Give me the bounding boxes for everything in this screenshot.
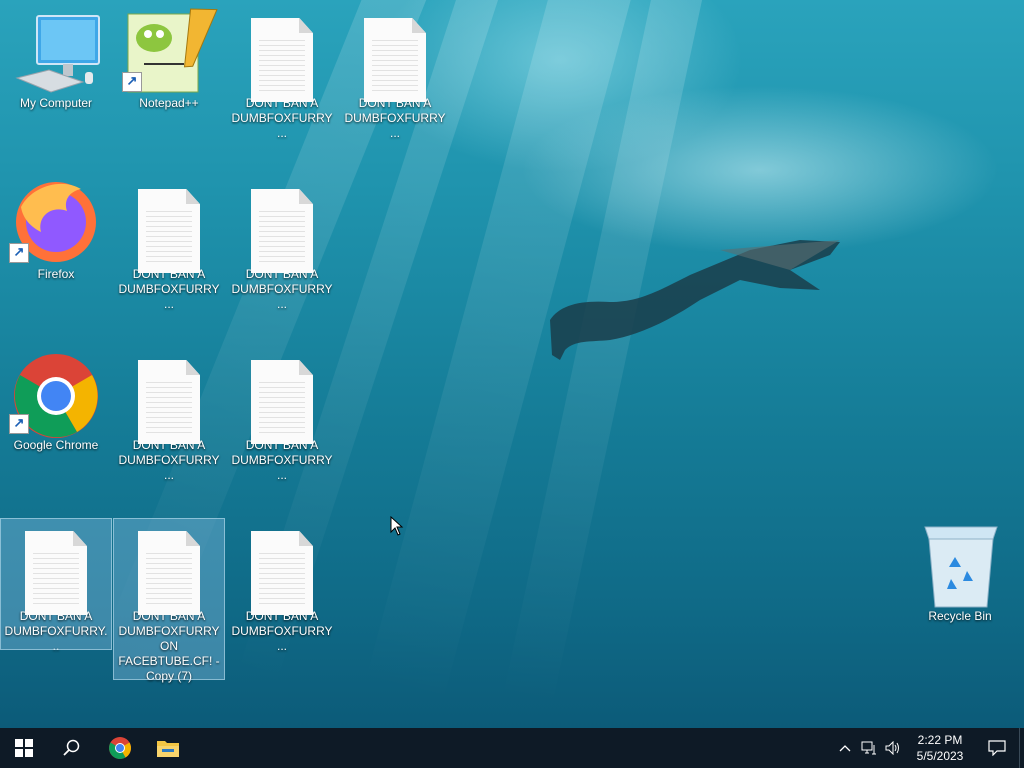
desktop-icon-text-file[interactable]: DONT BAN A DUMBFOXFURRY ... [227, 177, 337, 312]
recycle-bin-icon [924, 526, 998, 608]
desktop-icon-text-file-selected[interactable]: DONT BAN A DUMBFOXFURRY ON FACEBTUBE.CF!… [113, 518, 225, 683]
show-desktop-button[interactable] [1019, 728, 1024, 768]
text-document-icon [251, 531, 313, 615]
computer-icon [15, 15, 100, 93]
desktop-icon-text-file-selected[interactable]: DONT BAN A DUMBFOXFURRY... [0, 518, 112, 653]
taskbar-clock[interactable]: 2:22 PM 5/5/2023 [905, 732, 975, 764]
desktop-icon-label: DONT BAN A DUMBFOXFURRY ON FACEBTUBE.CF!… [118, 609, 220, 683]
volume-button[interactable] [881, 728, 905, 768]
search-icon [63, 739, 80, 756]
shortcut-arrow-icon: ↗ [9, 414, 29, 434]
text-document-icon [251, 189, 313, 273]
desktop-icon-label: Recycle Bin [928, 609, 992, 623]
search-button[interactable] [48, 728, 96, 768]
clock-date: 5/5/2023 [916, 749, 964, 763]
taskbar-file-explorer[interactable] [144, 728, 192, 768]
action-center-button[interactable] [975, 728, 1019, 768]
text-document-icon [251, 18, 313, 102]
text-document-icon [138, 360, 200, 444]
windows-start-icon [15, 739, 33, 757]
desktop-icon-google-chrome[interactable]: ↗ Google Chrome [1, 348, 111, 453]
speaker-icon [885, 741, 899, 755]
desktop-icon-label: DONT BAN A DUMBFOXFURRY ... [231, 609, 333, 653]
desktop-icon-text-file[interactable]: DONT BAN A DUMBFOXFURRY ... [227, 6, 337, 141]
desktop-icon-label: DONT BAN A DUMBFOXFURRY ... [118, 438, 220, 482]
start-button[interactable] [0, 728, 48, 768]
taskbar: 2:22 PM 5/5/2023 [0, 728, 1024, 768]
desktop-icon-text-file[interactable]: DONT BAN A DUMBFOXFURRY ... [114, 177, 224, 312]
desktop-icon-my-computer[interactable]: My Computer [1, 6, 111, 111]
desktop-icon-label: DONT BAN A DUMBFOXFURRY ... [231, 267, 333, 311]
chevron-up-icon [839, 745, 851, 752]
desktop-icon-label: Firefox [37, 267, 75, 281]
text-document-icon [25, 531, 87, 615]
show-hidden-icons-button[interactable] [833, 728, 857, 768]
shortcut-arrow-icon: ↗ [122, 72, 142, 92]
file-explorer-icon [157, 741, 179, 757]
desktop-icon-label: DONT BAN A DUMBFOXFURRY ... [231, 438, 333, 482]
mouse-pointer-icon [390, 516, 404, 536]
taskbar-chrome[interactable] [96, 728, 144, 768]
system-tray: 2:22 PM 5/5/2023 [833, 728, 1024, 768]
desktop-icon-text-file[interactable]: DONT BAN A DUMBFOXFURRY ... [227, 519, 337, 654]
desktop-icon-label: My Computer [19, 96, 93, 110]
text-document-icon [138, 531, 200, 615]
text-document-icon [251, 360, 313, 444]
desktop-icon-label: DONT BAN A DUMBFOXFURRY ... [344, 96, 446, 140]
desktop-icon-text-file[interactable]: DONT BAN A DUMBFOXFURRY ... [340, 6, 450, 141]
text-document-icon [138, 189, 200, 273]
shortcut-arrow-icon: ↗ [9, 243, 29, 263]
chrome-icon [109, 737, 131, 759]
desktop-icon-label: DONT BAN A DUMBFOXFURRY ... [118, 267, 220, 311]
desktop-icon-text-file[interactable]: DONT BAN A DUMBFOXFURRY ... [114, 348, 224, 483]
desktop-icon-notepadpp[interactable]: ↗ Notepad++ [114, 6, 224, 111]
desktop-icon-label: Google Chrome [13, 438, 99, 452]
desktop-icon-label: DONT BAN A DUMBFOXFURRY... [4, 609, 108, 653]
desktop-icon-firefox[interactable]: ↗ Firefox [1, 177, 111, 282]
desktop-icon-text-file[interactable]: DONT BAN A DUMBFOXFURRY ... [227, 348, 337, 483]
network-button[interactable] [857, 728, 881, 768]
desktop-icon-recycle-bin[interactable]: Recycle Bin [905, 519, 1015, 624]
notification-icon [988, 740, 1006, 756]
network-icon [861, 741, 876, 755]
desktop-icon-label: DONT BAN A DUMBFOXFURRY ... [231, 96, 333, 140]
text-document-icon [364, 18, 426, 102]
wallpaper-diver [550, 240, 840, 360]
clock-time: 2:22 PM [917, 733, 963, 747]
desktop-icon-label: Notepad++ [139, 96, 199, 110]
